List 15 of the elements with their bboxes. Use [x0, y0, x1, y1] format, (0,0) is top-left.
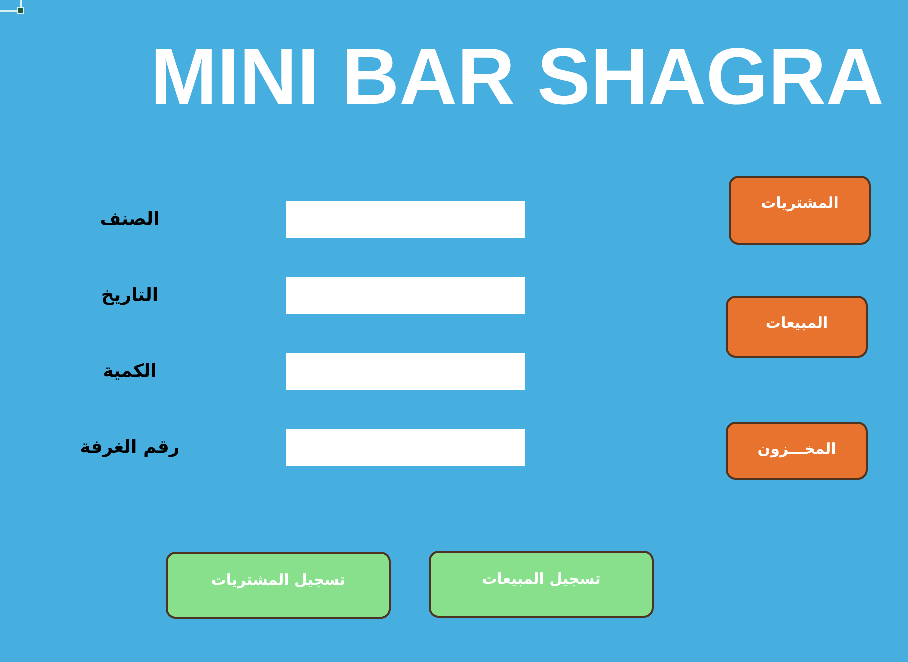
input-field[interactable] [286, 429, 525, 466]
selection-handle-icon[interactable] [0, 0, 24, 15]
register-button[interactable]: تسجيل المبيعات [429, 551, 654, 618]
input-field[interactable] [286, 277, 525, 314]
input-field[interactable] [286, 201, 525, 238]
field-label: رقم الغرفة [80, 437, 180, 458]
menu-button[interactable]: المشتريات [729, 176, 871, 245]
register-button[interactable]: تسجيل المشتريات [166, 552, 391, 619]
field-label: الصنف [100, 209, 160, 230]
menu-button[interactable]: المبيعات [726, 296, 868, 358]
input-field[interactable] [286, 353, 525, 390]
field-label: التاريخ [101, 285, 159, 306]
app-title: MINI BAR SHAGRA [150, 37, 884, 117]
field-label: الكمية [103, 361, 157, 382]
menu-button[interactable]: المخـــزون [726, 422, 868, 480]
